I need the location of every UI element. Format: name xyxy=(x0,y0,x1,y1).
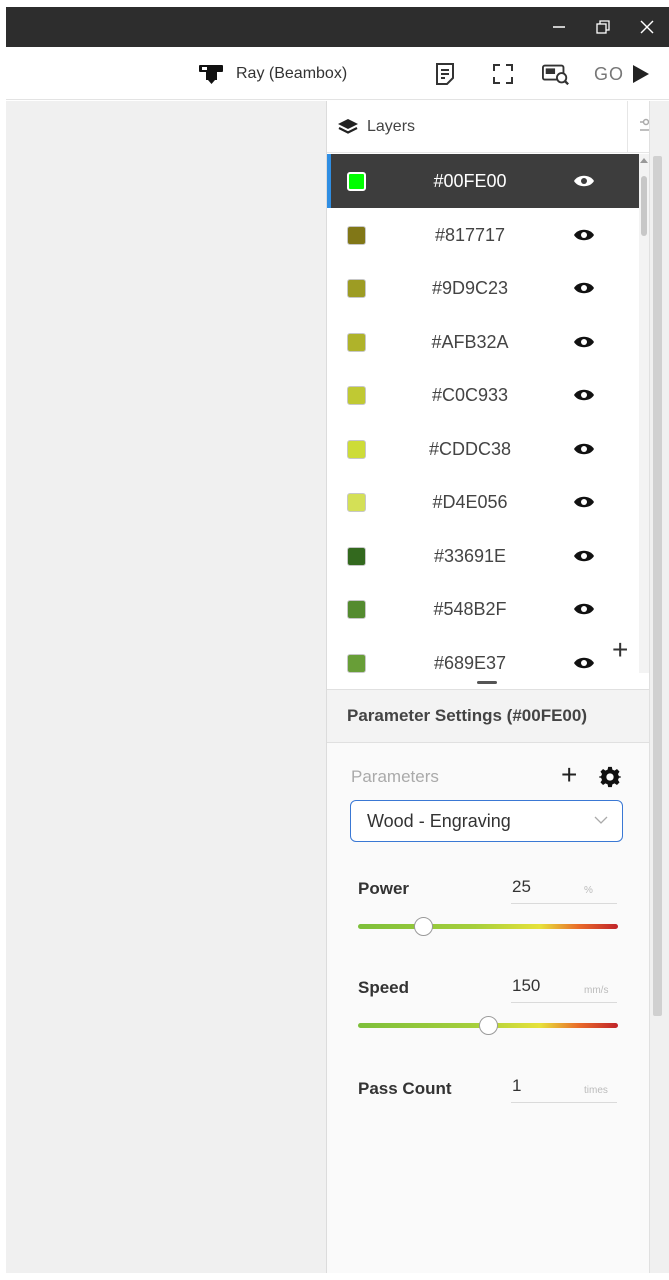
close-icon xyxy=(640,20,654,34)
layer-row[interactable]: #9D9C23 xyxy=(327,261,639,315)
layer-color-swatch[interactable] xyxy=(347,171,366,191)
minimize-icon xyxy=(553,26,565,28)
layer-row[interactable]: #D4E056 xyxy=(327,475,639,529)
notes-icon xyxy=(436,63,454,85)
power-slider-track xyxy=(358,924,618,929)
pass-count-unit: times xyxy=(584,1085,608,1096)
preset-value: Wood - Engraving xyxy=(367,810,511,831)
layer-list-scrollbar[interactable] xyxy=(639,154,649,673)
power-value: 25 xyxy=(512,877,531,896)
visibility-eye-icon[interactable] xyxy=(573,170,595,192)
layer-name: #D4E056 xyxy=(432,491,508,512)
layer-row[interactable]: #817717 xyxy=(327,208,639,262)
parameter-settings-header: Parameter Settings (#00FE00) xyxy=(327,689,649,743)
notes-button[interactable] xyxy=(431,60,459,88)
preview-button[interactable] xyxy=(542,60,570,88)
layer-row[interactable]: #33691E xyxy=(327,529,639,583)
visibility-eye-icon[interactable] xyxy=(573,224,595,246)
scroll-up-arrow[interactable] xyxy=(640,158,648,163)
speed-slider[interactable] xyxy=(358,1015,618,1037)
scroll-thumb[interactable] xyxy=(641,176,647,236)
restore-button[interactable] xyxy=(583,7,623,47)
power-slider-thumb[interactable] xyxy=(414,917,433,936)
layers-icon xyxy=(338,118,358,134)
layer-name: #33691E xyxy=(433,545,507,566)
layer-name: #AFB32A xyxy=(431,331,509,352)
parameters-label: Parameters xyxy=(351,767,439,786)
pass-count-value: 1 xyxy=(512,1076,522,1095)
layer-color-swatch[interactable] xyxy=(347,599,366,619)
layer-list: #00FE00 #817717 #9D9C23 #AFB32A #C0C933 #CDDC… xyxy=(327,154,639,673)
restore-icon xyxy=(596,20,610,34)
layer-name: #00FE00 xyxy=(433,170,507,191)
layer-color-swatch[interactable] xyxy=(347,439,366,459)
visibility-eye-icon[interactable] xyxy=(573,491,595,513)
layer-color-swatch[interactable] xyxy=(347,546,366,566)
layer-name: #CDDC38 xyxy=(428,438,512,459)
panel-scrollbar[interactable] xyxy=(649,101,669,1273)
top-toolbar: Ray (Beambox) GO xyxy=(6,47,669,100)
visibility-eye-icon[interactable] xyxy=(573,384,595,406)
frame-icon xyxy=(493,64,513,84)
right-panel: Layers #00FE00 #817717 #9D9C23 #AFB32A #C0C9… xyxy=(326,101,669,1273)
layer-row[interactable]: #548B2F xyxy=(327,582,639,636)
layer-name: #689E37 xyxy=(433,652,507,673)
layer-color-swatch[interactable] xyxy=(347,385,366,405)
power-slider[interactable] xyxy=(358,916,618,938)
add-parameter-button[interactable]: + xyxy=(561,761,577,789)
panel-resize-handle[interactable] xyxy=(477,681,497,684)
machine-selector[interactable]: Ray (Beambox) xyxy=(198,61,347,87)
visibility-eye-icon[interactable] xyxy=(573,331,595,353)
visibility-eye-icon[interactable] xyxy=(573,277,595,299)
pass-count-label: Pass Count xyxy=(358,1079,452,1098)
layers-title: Layers xyxy=(367,117,416,135)
preset-dropdown[interactable]: Wood - Engraving xyxy=(350,800,623,842)
visibility-eye-icon[interactable] xyxy=(573,545,595,567)
speed-slider-thumb[interactable] xyxy=(479,1016,498,1035)
close-button[interactable] xyxy=(627,7,667,47)
visibility-eye-icon[interactable] xyxy=(573,598,595,620)
layer-row[interactable]: #CDDC38 xyxy=(327,422,639,476)
visibility-eye-icon[interactable] xyxy=(573,438,595,460)
preview-icon xyxy=(542,64,569,86)
layer-row[interactable]: #689E37 xyxy=(327,636,639,673)
title-bar xyxy=(6,7,669,47)
power-unit: % xyxy=(584,885,593,896)
play-icon xyxy=(633,65,650,83)
layer-color-swatch[interactable] xyxy=(347,332,366,352)
chevron-down-icon xyxy=(594,816,608,824)
parameter-settings-title: Parameter Settings (#00FE00) xyxy=(347,706,587,725)
layer-row[interactable]: #C0C933 xyxy=(327,368,639,422)
parameter-section: Parameters + Wood - Engraving Power 25 %… xyxy=(327,743,649,1273)
go-label: GO xyxy=(594,63,625,84)
gear-icon[interactable] xyxy=(599,766,621,788)
frame-button[interactable] xyxy=(489,60,517,88)
machine-name: Ray (Beambox) xyxy=(236,65,348,82)
add-layer-button[interactable]: + xyxy=(612,636,628,664)
power-input[interactable]: 25 xyxy=(511,874,617,904)
go-button[interactable]: GO xyxy=(594,60,650,88)
power-label: Power xyxy=(358,879,410,898)
layers-tab[interactable]: Layers xyxy=(327,101,627,153)
minimize-button[interactable] xyxy=(539,7,579,47)
layer-row[interactable]: #AFB32A xyxy=(327,315,639,369)
layer-name: #C0C933 xyxy=(431,384,509,405)
layer-color-swatch[interactable] xyxy=(347,278,366,298)
layer-name: #548B2F xyxy=(433,598,507,619)
visibility-eye-icon[interactable] xyxy=(573,652,595,673)
layer-color-swatch[interactable] xyxy=(347,653,366,673)
speed-value: 150 xyxy=(512,976,541,995)
laser-head-icon xyxy=(199,65,223,84)
speed-unit: mm/s xyxy=(584,985,609,996)
layer-name: #9D9C23 xyxy=(431,277,509,298)
layer-name: #817717 xyxy=(434,224,506,245)
layer-row[interactable]: #00FE00 xyxy=(327,154,639,208)
app-window: Ray (Beambox) GO Layers #00FE00 #817717 … xyxy=(0,0,669,1280)
speed-label: Speed xyxy=(358,978,410,997)
workspace-canvas[interactable] xyxy=(6,101,326,1273)
layer-color-swatch[interactable] xyxy=(347,492,366,512)
layer-color-swatch[interactable] xyxy=(347,225,366,245)
panel-scroll-thumb[interactable] xyxy=(653,156,662,1016)
